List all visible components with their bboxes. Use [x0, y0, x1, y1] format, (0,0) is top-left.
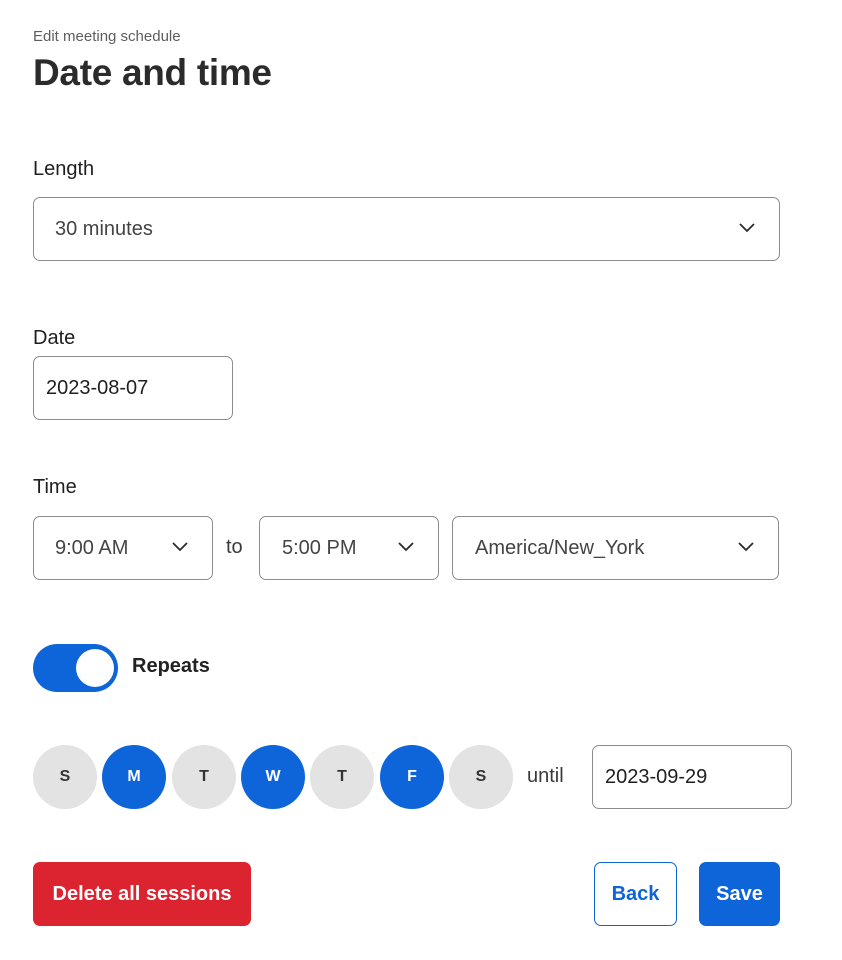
day-monday-button[interactable]: M: [102, 745, 166, 809]
date-value: 2023-08-07: [46, 376, 149, 399]
delete-all-sessions-button[interactable]: Delete all sessions: [33, 862, 251, 926]
start-time-select[interactable]: 9:00 AM: [33, 516, 213, 580]
save-button[interactable]: Save: [699, 862, 780, 926]
chevron-down-icon: [172, 542, 188, 552]
back-button[interactable]: Back: [594, 862, 677, 926]
length-select[interactable]: 30 minutes: [33, 197, 780, 261]
date-label: Date: [33, 327, 76, 349]
day-wednesday-button[interactable]: W: [241, 745, 305, 809]
day-saturday-button[interactable]: S: [449, 745, 513, 809]
timezone-value: America/New_York: [475, 536, 645, 559]
end-time-select[interactable]: 5:00 PM: [259, 516, 439, 580]
repeats-toggle[interactable]: [33, 644, 118, 692]
timezone-select[interactable]: America/New_York: [452, 516, 779, 580]
start-time-value: 9:00 AM: [55, 536, 129, 559]
until-date-input[interactable]: 2023-09-29: [592, 745, 792, 809]
end-time-value: 5:00 PM: [282, 536, 357, 559]
repeats-label: Repeats: [132, 655, 210, 677]
length-value: 30 minutes: [55, 217, 153, 240]
time-label: Time: [33, 476, 77, 498]
toggle-knob: [76, 649, 114, 687]
day-sunday-button[interactable]: S: [33, 745, 97, 809]
edit-meeting-schedule-page: Edit meeting schedule Date and time Leng…: [0, 0, 842, 960]
day-tuesday-button[interactable]: T: [172, 745, 236, 809]
time-separator: to: [226, 536, 243, 558]
chevron-down-icon: [398, 542, 414, 552]
day-thursday-button[interactable]: T: [310, 745, 374, 809]
day-friday-button[interactable]: F: [380, 745, 444, 809]
length-label: Length: [33, 158, 95, 180]
chevron-down-icon: [738, 542, 754, 552]
until-label: until: [527, 765, 564, 787]
until-date-value: 2023-09-29: [605, 765, 708, 788]
page-title: Date and time: [33, 52, 272, 93]
chevron-down-icon: [739, 223, 755, 233]
page-eyebrow: Edit meeting schedule: [33, 28, 181, 45]
date-input[interactable]: 2023-08-07: [33, 356, 233, 420]
